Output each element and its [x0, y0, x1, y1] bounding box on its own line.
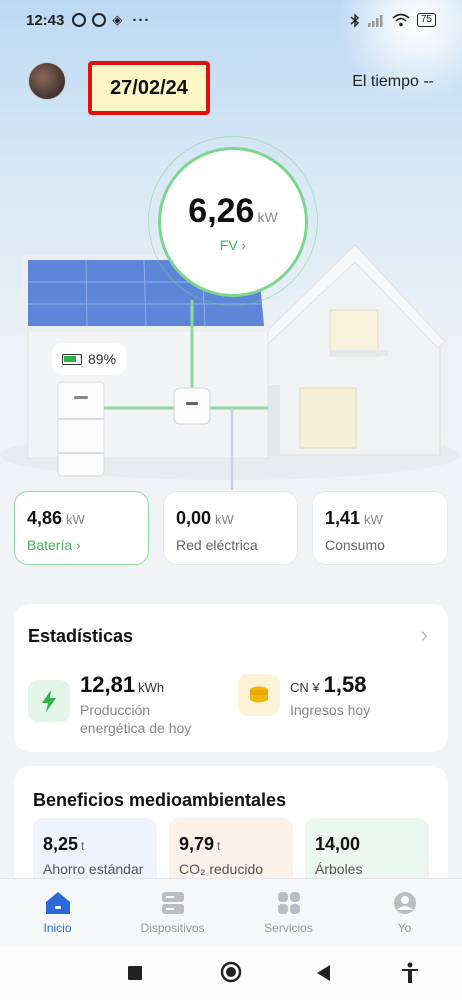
income-label: Ingresos hoy [290, 702, 371, 718]
tab-servicios[interactable]: Servicios [231, 879, 346, 947]
benefit-trees-label: Árboles [315, 861, 363, 877]
tab-yo[interactable]: Yo [347, 879, 462, 947]
income-value: 1,58 [323, 672, 367, 697]
consumption-card-unit: kW [364, 512, 383, 527]
production-value-row: 12,81 kWh [80, 672, 164, 698]
income-currency: CN ¥ [290, 680, 320, 695]
home-button-icon[interactable] [220, 961, 242, 983]
battery-card[interactable]: 4,86 kW Batería › [14, 491, 149, 565]
lightning-icon [28, 680, 70, 722]
coins-icon [238, 674, 280, 716]
back-icon[interactable] [317, 965, 331, 981]
income-value-row: CN ¥1,58 [290, 672, 366, 698]
battery-percent: 89% [88, 351, 117, 367]
benefit-trees: 14,00 Árboles [305, 818, 429, 878]
tab-servicios-label: Servicios [264, 921, 313, 935]
grid-card-unit: kW [215, 512, 234, 527]
system-navigation-bar [0, 946, 462, 1000]
bottom-tab-bar: Inicio Dispositivos Servicios Yo [0, 878, 462, 946]
consumption-card[interactable]: 1,41 kW Consumo [312, 491, 448, 565]
pv-value: 6,26 [188, 191, 255, 230]
battery-status-icon: 75 [416, 13, 436, 27]
tab-inicio-label: Inicio [43, 921, 72, 935]
production-value: 12,81 [80, 672, 136, 697]
pv-link-label: FV › [219, 236, 247, 253]
status-bar: 12:43 ◈ ··· 75 [0, 0, 462, 40]
home-icon [45, 892, 70, 914]
pv-unit: kW [257, 208, 278, 225]
battery-card-unit: kW [66, 512, 85, 527]
environment-panel[interactable]: Beneficios medioambientales 8,25 t Ahorro… [14, 766, 448, 878]
benefit-standard-unit: t [81, 839, 85, 853]
more-notifications-icon: ··· [132, 11, 151, 29]
tab-yo-label: Yo [397, 921, 412, 935]
production-label-line2: energética de hoy [80, 720, 192, 736]
battery-card-value: 4,86 [27, 508, 63, 528]
benefit-co2-value: 9,79 [179, 834, 215, 854]
avatar[interactable] [28, 62, 66, 100]
status-time: 12:43 [26, 11, 65, 29]
notification-icon [92, 13, 107, 27]
battery-level-chip: 89% [52, 343, 127, 375]
whatsapp-icon [72, 13, 87, 27]
pv-power-button[interactable]: 6,26 kW FV › [158, 147, 308, 297]
benefit-co2: 9,79 t CO₂ reducido [169, 818, 293, 878]
person-icon [393, 892, 416, 914]
grid-card-value: 0,00 [176, 508, 212, 528]
environment-title: Beneficios medioambientales [33, 790, 287, 810]
grid-icon [277, 892, 300, 914]
production-label-line1: Producción [80, 702, 151, 718]
wifi-icon [392, 13, 410, 27]
grid-card[interactable]: 0,00 kW Red eléctrica [163, 491, 298, 565]
consumption-card-label: Consumo [325, 537, 385, 553]
production-label: Producción energética de hoy [80, 701, 191, 737]
consumption-card-value: 1,41 [325, 508, 361, 528]
benefit-standard-value: 8,25 [43, 834, 79, 854]
date-label: 27/02/24 [88, 61, 210, 115]
tab-inicio[interactable]: Inicio [0, 879, 115, 947]
recent-apps-icon[interactable] [128, 966, 142, 980]
battery-card-label: Batería › [27, 537, 81, 553]
signal-icon [367, 14, 383, 27]
layers-icon: ◈ [112, 12, 123, 27]
benefit-trees-value: 14,00 [315, 834, 361, 854]
tab-dispositivos[interactable]: Dispositivos [115, 879, 230, 947]
weather-label[interactable]: El tiempo -- [352, 73, 434, 91]
benefit-co2-unit: t [217, 839, 221, 853]
grid-card-label: Red eléctrica [176, 537, 258, 553]
accessibility-icon[interactable] [401, 962, 419, 984]
benefit-co2-label: CO₂ reducido [179, 861, 264, 877]
devices-icon [161, 892, 184, 914]
chevron-right-icon[interactable]: › [421, 622, 428, 648]
benefit-standard-label: Ahorro estándar [43, 861, 144, 877]
tab-dispositivos-label: Dispositivos [140, 921, 205, 935]
statistics-panel[interactable]: Estadísticas › 12,81 kWh Producción energ… [14, 604, 448, 752]
bluetooth-icon [350, 12, 359, 28]
production-unit: kWh [138, 680, 165, 695]
benefit-standard-saving: 8,25 t Ahorro estándar [33, 818, 157, 878]
battery-icon [62, 353, 82, 365]
statistics-title: Estadísticas [28, 626, 134, 646]
